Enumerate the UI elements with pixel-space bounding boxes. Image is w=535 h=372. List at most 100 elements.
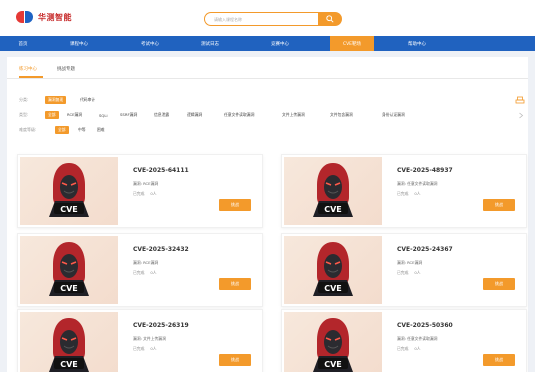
challenge-button[interactable]: 挑战: [219, 199, 251, 211]
site-logo[interactable]: 华测智能: [16, 8, 72, 26]
card-category: 漏洞: 任意文件读取漏洞: [397, 336, 438, 341]
challenge-card[interactable]: CVE CVE-2025-64111 漏洞: RCE漏洞 已完成 0人 挑战: [17, 154, 263, 228]
challenge-card[interactable]: CVE CVE-2025-32432 漏洞: RCE漏洞 已完成 0人 挑战: [17, 233, 263, 307]
challenge-card[interactable]: CVE CVE-2025-48937 漏洞: 任意文件读取漏洞 已完成 0人 挑…: [281, 154, 527, 228]
filter-chip-file-read[interactable]: 任意文件读取漏洞: [221, 111, 257, 119]
card-title: CVE-2025-24367: [397, 246, 453, 253]
svg-text:CVE: CVE: [60, 205, 78, 214]
filter-chip-ssrf[interactable]: SSRF漏洞: [117, 111, 140, 119]
filter-chip-code-audit[interactable]: 代码审计: [77, 96, 98, 104]
filter-label-difficulty: 难度等级:: [19, 127, 37, 132]
card-completed: 已完成: [397, 346, 409, 351]
search-input[interactable]: [204, 12, 318, 26]
tab-practice-center[interactable]: 练习中心: [19, 66, 37, 72]
difficulty-chip-hard[interactable]: 困难: [94, 126, 108, 134]
card-image: CVE: [284, 157, 382, 225]
card-image: CVE: [20, 236, 118, 304]
search-button[interactable]: [318, 12, 342, 26]
tabs-divider: [7, 78, 528, 79]
top-header: 华测智能: [0, 0, 535, 36]
hooded-hacker-icon: CVE: [313, 242, 353, 296]
challenge-card[interactable]: CVE CVE-2025-26319 漏洞: 文件上传漏洞 已完成 0人 挑战: [17, 309, 263, 372]
card-category: 漏洞: 文件上传漏洞: [133, 336, 166, 341]
card-stats: 已完成 0人: [397, 270, 421, 276]
filter-label-category: 类型:: [19, 112, 29, 117]
challenge-button[interactable]: 挑战: [219, 278, 251, 290]
filter-chip-file-upload[interactable]: 文件上传漏洞: [279, 111, 308, 119]
filter-chip-info-leak[interactable]: 信息泄露: [151, 111, 172, 119]
card-image: CVE: [284, 236, 382, 304]
card-category: 漏洞: RCE漏洞: [133, 260, 159, 265]
card-attempts: 0人: [414, 270, 421, 275]
svg-text:CVE: CVE: [324, 284, 342, 293]
nav-item-courses[interactable]: 课程中心: [57, 36, 101, 51]
difficulty-chip-medium[interactable]: 中等: [75, 126, 89, 134]
filter-chip-auth[interactable]: 身份认证漏洞: [379, 111, 408, 119]
card-attempts: 0人: [150, 346, 157, 351]
card-stats: 已完成 0人: [133, 270, 157, 276]
card-title: CVE-2025-26319: [133, 322, 189, 329]
filter-chip-logic[interactable]: 逻辑漏洞: [184, 111, 205, 119]
card-category: 漏洞: RCE漏洞: [397, 260, 423, 265]
nav-item-competitions[interactable]: 竞赛中心: [258, 36, 302, 51]
card-completed: 已完成: [397, 270, 409, 275]
logo-mark-icon: [16, 9, 34, 25]
card-stats: 已完成 0人: [133, 191, 157, 197]
stack-icon[interactable]: [515, 95, 525, 105]
filter-row-type: 分类: 漏洞复现 代码审计: [19, 95, 524, 105]
filter-row-difficulty: 难度等级: 全部 中等 困难: [19, 125, 524, 135]
hooded-hacker-icon: CVE: [313, 318, 353, 372]
card-title: CVE-2025-50360: [397, 322, 453, 329]
nav-item-cve-range[interactable]: CVE靶场: [330, 36, 374, 51]
filter-label-type: 分类:: [19, 97, 29, 102]
search-icon: [326, 15, 334, 23]
challenge-button[interactable]: 挑战: [483, 199, 515, 211]
content-panel: 练习中心 挑战专题 分类: 漏洞复现 代码审计 类型: 全部 RCE漏洞 SQL…: [7, 57, 528, 372]
card-completed: 已完成: [397, 191, 409, 196]
hooded-hacker-icon: CVE: [49, 318, 89, 372]
card-stats: 已完成 0人: [133, 346, 157, 352]
difficulty-chip-all[interactable]: 全部: [55, 126, 69, 134]
card-image: CVE: [20, 157, 118, 225]
tab-challenge-topics[interactable]: 挑战专题: [57, 66, 75, 72]
nav-item-home[interactable]: 首页: [6, 36, 40, 51]
logo-text: 华测智能: [38, 12, 72, 22]
card-image: CVE: [284, 312, 382, 372]
card-attempts: 0人: [150, 191, 157, 196]
svg-text:CVE: CVE: [60, 284, 78, 293]
card-attempts: 0人: [414, 346, 421, 351]
search-bar: [204, 12, 342, 26]
card-category: 漏洞: RCE漏洞: [133, 181, 159, 186]
challenge-card[interactable]: CVE CVE-2025-50360 漏洞: 任意文件读取漏洞 已完成 0人 挑…: [281, 309, 527, 372]
hooded-hacker-icon: CVE: [313, 163, 353, 217]
card-completed: 已完成: [133, 270, 145, 275]
card-title: CVE-2025-64111: [133, 167, 189, 174]
filter-chip-rce[interactable]: RCE漏洞: [64, 111, 85, 119]
challenge-button[interactable]: 挑战: [483, 354, 515, 366]
chevron-right-icon[interactable]: [518, 112, 524, 119]
card-title: CVE-2025-48937: [397, 167, 453, 174]
challenge-button[interactable]: 挑战: [483, 278, 515, 290]
filter-row-category: 类型: 全部 RCE漏洞 SQLi SSRF漏洞 信息泄露 逻辑漏洞 任意文件读…: [19, 110, 524, 120]
card-completed: 已完成: [133, 346, 145, 351]
filter-chip-sqli[interactable]: SQLi: [96, 111, 111, 119]
card-title: CVE-2025-32432: [133, 246, 189, 253]
challenge-button[interactable]: 挑战: [219, 354, 251, 366]
nav-item-help[interactable]: 帮助中心: [395, 36, 439, 51]
card-stats: 已完成 0人: [397, 191, 421, 197]
card-stats: 已完成 0人: [397, 346, 421, 352]
challenge-card[interactable]: CVE CVE-2025-24367 漏洞: RCE漏洞 已完成 0人 挑战: [281, 233, 527, 307]
main-nav: 首页 课程中心 考试中心 测试日志 竞赛中心 CVE靶场 帮助中心: [0, 36, 535, 51]
hooded-hacker-icon: CVE: [49, 242, 89, 296]
filter-chip-vuln-repro[interactable]: 漏洞复现: [45, 96, 67, 104]
nav-item-test-log[interactable]: 测试日志: [188, 36, 232, 51]
card-attempts: 0人: [414, 191, 421, 196]
hooded-hacker-icon: CVE: [49, 163, 89, 217]
card-image: CVE: [20, 312, 118, 372]
svg-text:CVE: CVE: [324, 205, 342, 214]
nav-item-exams[interactable]: 考试中心: [128, 36, 172, 51]
svg-text:CVE: CVE: [324, 360, 342, 369]
filter-chip-file-include[interactable]: 文件包含漏洞: [327, 111, 356, 119]
card-category: 漏洞: 任意文件读取漏洞: [397, 181, 438, 186]
filter-chip-all[interactable]: 全部: [45, 111, 59, 119]
